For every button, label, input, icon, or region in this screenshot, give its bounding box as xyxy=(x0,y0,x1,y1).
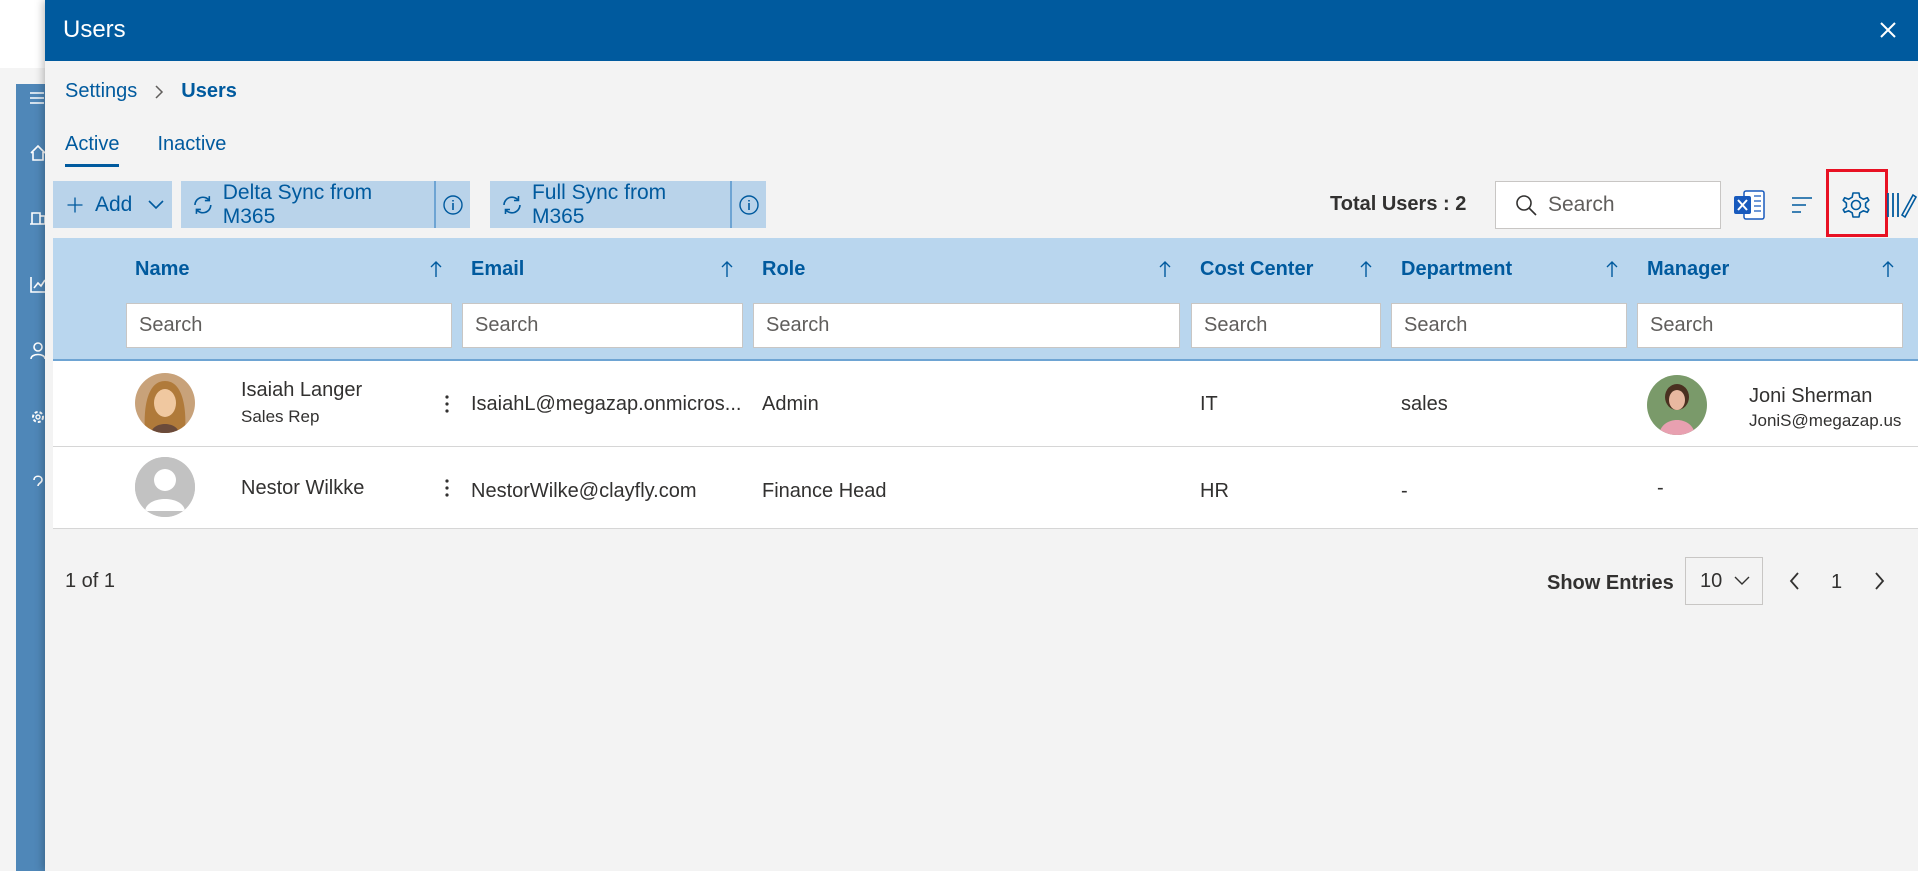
default-avatar-icon xyxy=(135,457,195,517)
filter-role[interactable] xyxy=(753,303,1180,348)
chart-icon[interactable] xyxy=(30,276,46,294)
more-options-icon[interactable] xyxy=(442,477,452,499)
user-cost-center: IT xyxy=(1200,393,1218,415)
column-header-name[interactable]: Name xyxy=(135,258,189,281)
delta-sync-label: Delta Sync from M365 xyxy=(222,180,373,228)
more-options-icon[interactable] xyxy=(442,393,452,415)
avatar xyxy=(135,457,195,517)
column-header-email[interactable]: Email xyxy=(471,258,524,281)
breadcrumb: Settings Users xyxy=(65,80,237,103)
background-nav-rail xyxy=(16,84,46,871)
sort-ascending-icon[interactable] xyxy=(1158,260,1172,278)
user-cost-center: HR xyxy=(1200,480,1229,502)
search-box xyxy=(1495,181,1721,229)
breadcrumb-settings[interactable]: Settings xyxy=(65,80,137,103)
column-chooser-icon xyxy=(1887,193,1917,219)
total-users-count: Total Users : 2 xyxy=(1330,193,1467,215)
delta-sync-button[interactable]: Delta Sync from M365 xyxy=(181,181,470,228)
user-name: Nestor Wilkke xyxy=(241,477,365,499)
user-email: NestorWilke@clayfly.com xyxy=(471,480,697,502)
manager-photo-icon xyxy=(1647,375,1707,435)
column-header-department[interactable]: Department xyxy=(1401,258,1512,281)
sort-ascending-icon[interactable] xyxy=(720,260,734,278)
tab-active[interactable]: Active xyxy=(65,133,120,167)
column-chooser-button[interactable] xyxy=(1885,185,1917,225)
excel-export-button[interactable] xyxy=(1729,185,1769,225)
filter-department[interactable] xyxy=(1391,303,1627,348)
panel-header: Users xyxy=(45,0,1918,61)
user-email: IsaiahL@megazap.onmicros... xyxy=(471,393,742,415)
tab-bar: Active Inactive xyxy=(65,133,264,167)
help-icon[interactable] xyxy=(30,474,46,492)
filter-cost-center[interactable] xyxy=(1191,303,1381,348)
grid-header: Name Email Role Cost Center Department M… xyxy=(53,238,1918,361)
user-department: - xyxy=(1401,480,1408,502)
settings-icon[interactable] xyxy=(30,408,46,426)
page-count: 1 of 1 xyxy=(65,570,116,592)
full-sync-label: Full Sync from M365 xyxy=(531,180,667,228)
toolbar: Add Delta Sync from M365 Full Sync from … xyxy=(53,169,1918,237)
sort-button[interactable] xyxy=(1782,185,1822,225)
filter-email[interactable] xyxy=(462,303,743,348)
gear-highlight-box xyxy=(1826,169,1888,237)
user-title: Sales Rep xyxy=(241,407,320,426)
entries-dropdown[interactable]: 10 xyxy=(1685,557,1763,605)
home-icon[interactable] xyxy=(30,144,46,162)
tab-inactive[interactable]: Inactive xyxy=(157,133,226,167)
manager-avatar xyxy=(1647,375,1707,435)
panel-title: Users xyxy=(63,16,126,43)
sort-ascending-icon[interactable] xyxy=(1881,260,1895,278)
manager-name: Joni Sherman xyxy=(1749,385,1873,407)
users-panel: Users Settings Users Active Inactive Add… xyxy=(45,0,1918,871)
info-icon xyxy=(443,194,463,215)
show-entries-label: Show Entries xyxy=(1547,572,1674,594)
user-manager: - xyxy=(1657,477,1664,499)
sort-ascending-icon[interactable] xyxy=(1605,260,1619,278)
search-icon xyxy=(1516,195,1537,216)
delta-sync-info[interactable] xyxy=(434,181,470,228)
sync-icon xyxy=(503,195,521,214)
next-page-icon[interactable] xyxy=(1867,566,1891,596)
sync-icon xyxy=(194,195,212,214)
full-sync-button[interactable]: Full Sync from M365 xyxy=(490,181,766,228)
user-name: Isaiah Langer xyxy=(241,379,363,401)
add-button-label: Add xyxy=(95,192,133,216)
excel-export-icon xyxy=(1734,190,1765,220)
entries-value: 10 xyxy=(1700,569,1723,592)
plus-icon xyxy=(67,197,83,212)
chevron-down-icon xyxy=(148,199,164,209)
column-header-cost-center[interactable]: Cost Center xyxy=(1200,258,1313,281)
current-page-number[interactable]: 1 xyxy=(1831,571,1842,594)
person-icon[interactable] xyxy=(30,342,46,360)
filter-name[interactable] xyxy=(126,303,452,348)
breadcrumb-users: Users xyxy=(181,80,237,102)
search-input[interactable] xyxy=(1548,193,1708,217)
sort-ascending-icon[interactable] xyxy=(1359,260,1373,278)
table-row[interactable]: Nestor Wilkke NestorWilke@clayfly.com Fi… xyxy=(53,447,1918,529)
avatar xyxy=(135,373,195,433)
full-sync-info[interactable] xyxy=(730,181,766,228)
chevron-down-icon xyxy=(1734,576,1750,585)
close-icon xyxy=(1880,22,1896,38)
chevron-right-icon xyxy=(155,84,164,99)
column-header-manager[interactable]: Manager xyxy=(1647,258,1729,281)
add-button[interactable]: Add xyxy=(53,181,172,228)
building-icon[interactable] xyxy=(30,208,46,226)
table-row[interactable]: Isaiah Langer Sales Rep IsaiahL@megazap.… xyxy=(53,361,1918,447)
user-role: Admin xyxy=(762,393,819,415)
user-role: Finance Head xyxy=(762,480,887,502)
manager-email: JoniS@megazap.us xyxy=(1749,411,1902,430)
sort-ascending-icon[interactable] xyxy=(429,260,443,278)
sort-lines-icon xyxy=(1792,197,1812,213)
previous-page-icon[interactable] xyxy=(1783,566,1807,596)
close-button[interactable] xyxy=(1872,14,1904,46)
user-department: sales xyxy=(1401,393,1448,415)
filter-manager[interactable] xyxy=(1637,303,1903,348)
info-icon xyxy=(739,194,759,215)
column-header-role[interactable]: Role xyxy=(762,258,805,281)
user-photo-icon xyxy=(135,373,195,433)
menu-icon[interactable] xyxy=(30,90,44,106)
